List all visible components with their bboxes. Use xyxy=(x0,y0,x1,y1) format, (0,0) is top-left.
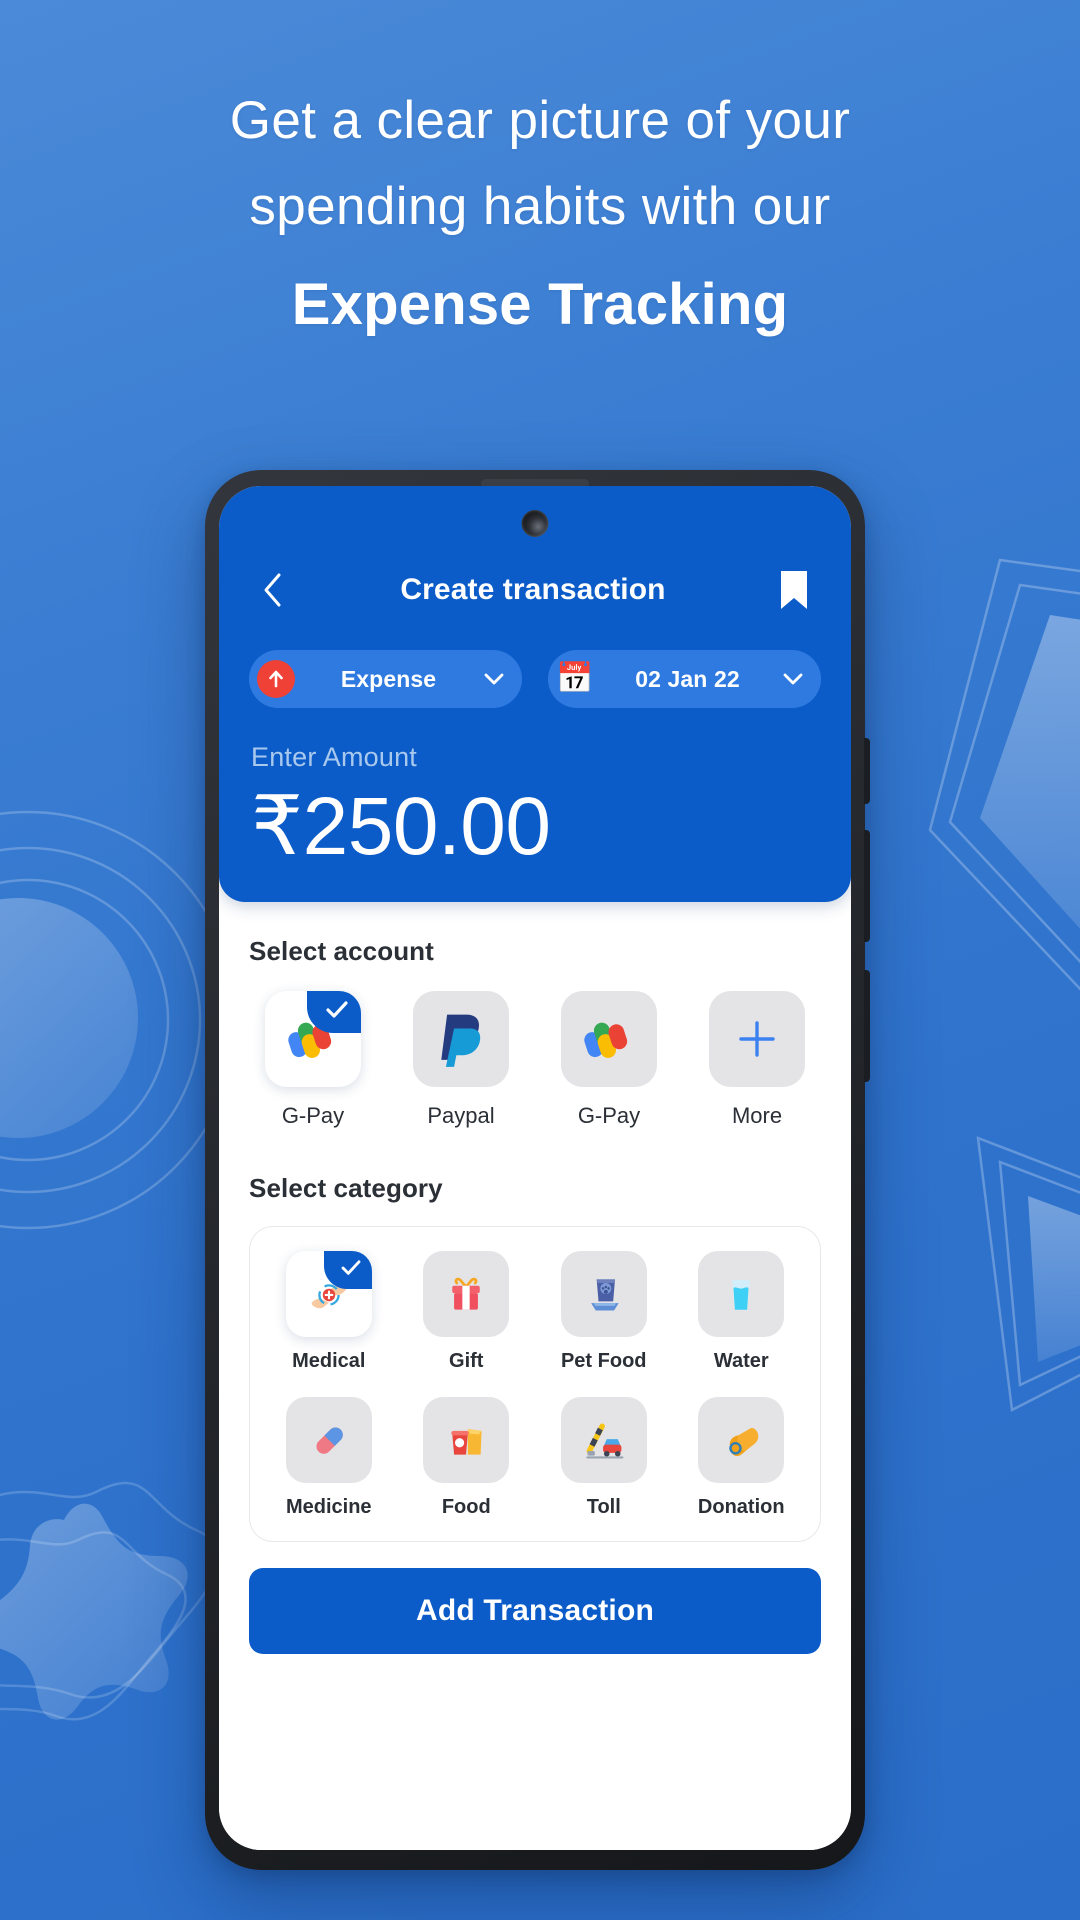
account-option-gpay-1[interactable]: G-Pay xyxy=(249,991,377,1129)
headline-line-1: Get a clear picture of your xyxy=(229,91,851,150)
category-label: Toll xyxy=(586,1496,621,1519)
category-tile xyxy=(560,1397,647,1484)
form-body: Select account G-Pay Paypal G-Pay More S… xyxy=(219,902,851,1850)
category-option-pet-food[interactable]: Pet Food xyxy=(539,1251,669,1373)
back-button[interactable] xyxy=(249,567,295,613)
toll-barrier-icon xyxy=(586,1423,624,1459)
bookmark-button[interactable] xyxy=(771,567,817,613)
category-option-gift[interactable]: Gift xyxy=(402,1251,532,1373)
check-icon xyxy=(326,1001,348,1018)
category-label: Water xyxy=(713,1350,769,1373)
transaction-type-dropdown[interactable]: Expense xyxy=(249,650,522,708)
transaction-type-label: Expense xyxy=(340,665,437,692)
account-option-gpay-2[interactable]: G-Pay xyxy=(545,991,673,1129)
category-option-medical[interactable]: Medical xyxy=(264,1251,394,1373)
category-option-water[interactable]: Water xyxy=(677,1251,807,1373)
category-option-food[interactable]: Food xyxy=(402,1397,532,1519)
account-label: G-Pay xyxy=(577,1103,641,1129)
account-tile xyxy=(709,991,805,1088)
check-icon xyxy=(341,1260,361,1275)
transaction-options-row: Expense 📅 02 Jan 22 xyxy=(219,626,851,708)
category-label: Medical xyxy=(292,1350,366,1373)
chevron-down-icon xyxy=(482,673,506,686)
calendar-icon: 📅 xyxy=(556,662,594,695)
chevron-left-icon xyxy=(264,573,281,607)
category-option-medicine[interactable]: Medicine xyxy=(264,1397,394,1519)
category-label: Donation xyxy=(697,1496,785,1519)
transaction-date-label: 02 Jan 22 xyxy=(635,665,740,692)
headline-line-2: spending habits with our xyxy=(249,177,831,236)
amount-input[interactable]: ₹250.00 xyxy=(251,779,819,874)
account-tile xyxy=(265,991,361,1088)
amount-section: Enter Amount ₹250.00 xyxy=(219,708,851,880)
category-option-donation[interactable]: Donation xyxy=(677,1397,807,1519)
gift-icon xyxy=(452,1277,480,1310)
phone-button-mute xyxy=(864,738,870,804)
category-tile xyxy=(423,1251,510,1338)
circle-fill-decoration xyxy=(0,898,138,1138)
water-glass-icon xyxy=(732,1280,750,1310)
account-label: G-Pay xyxy=(281,1103,345,1129)
add-transaction-button[interactable]: Add Transaction xyxy=(249,1568,821,1655)
category-tile xyxy=(560,1251,647,1338)
account-tile xyxy=(561,991,657,1088)
plus-icon xyxy=(739,1021,775,1057)
gpay-icon xyxy=(584,1022,628,1059)
account-tile xyxy=(413,991,509,1088)
account-label: More xyxy=(731,1103,783,1129)
food-icon xyxy=(451,1429,482,1455)
category-label: Gift xyxy=(449,1350,484,1373)
category-grid: Medical Gift Pet Food Water Medicine Foo… xyxy=(249,1226,821,1543)
bookmark-icon xyxy=(781,571,807,609)
select-category-title: Select category xyxy=(249,1173,443,1204)
category-tile xyxy=(698,1397,785,1484)
transaction-date-dropdown[interactable]: 📅 02 Jan 22 xyxy=(548,650,821,708)
category-label: Pet Food xyxy=(560,1350,647,1373)
category-row: Medical Gift Pet Food Water xyxy=(264,1251,806,1373)
arrow-up-icon xyxy=(257,660,295,698)
category-tile xyxy=(423,1397,510,1484)
category-row: Medicine Food Toll Donation xyxy=(264,1397,806,1519)
account-label: Paypal xyxy=(427,1103,495,1129)
header-panel: Create transaction Expense 📅 02 Jan 22 E… xyxy=(219,486,851,903)
account-option-paypal[interactable]: Paypal xyxy=(397,991,525,1129)
category-tile xyxy=(285,1397,372,1484)
app-bar: Create transaction xyxy=(219,554,851,626)
pill-icon xyxy=(316,1427,343,1454)
select-account-title: Select account xyxy=(249,936,434,967)
promo-headline: Get a clear picture of your spending hab… xyxy=(0,78,1080,348)
account-option-more[interactable]: More xyxy=(693,991,821,1129)
triangle-fill-decoration xyxy=(1028,1196,1080,1362)
donation-icon xyxy=(729,1428,759,1457)
category-label: Food xyxy=(441,1496,491,1519)
front-camera-icon xyxy=(521,510,549,537)
phone-button-volume xyxy=(864,830,870,942)
category-label: Medicine xyxy=(285,1496,372,1519)
phone-mockup: Create transaction Expense 📅 02 Jan 22 E… xyxy=(205,470,870,1870)
category-tile xyxy=(285,1251,372,1338)
headline-line-3: Expense Tracking xyxy=(291,272,789,337)
paypal-icon xyxy=(441,1014,481,1067)
category-option-toll[interactable]: Toll xyxy=(539,1397,669,1519)
phone-screen: Create transaction Expense 📅 02 Jan 22 E… xyxy=(219,486,851,1850)
chevron-down-icon xyxy=(781,673,805,686)
account-list: G-Pay Paypal G-Pay More xyxy=(249,991,821,1129)
amount-label: Enter Amount xyxy=(251,742,417,772)
phone-button-power xyxy=(864,970,870,1082)
category-tile xyxy=(698,1251,785,1338)
pet-food-icon xyxy=(590,1279,619,1311)
page-title: Create transaction xyxy=(400,573,666,606)
